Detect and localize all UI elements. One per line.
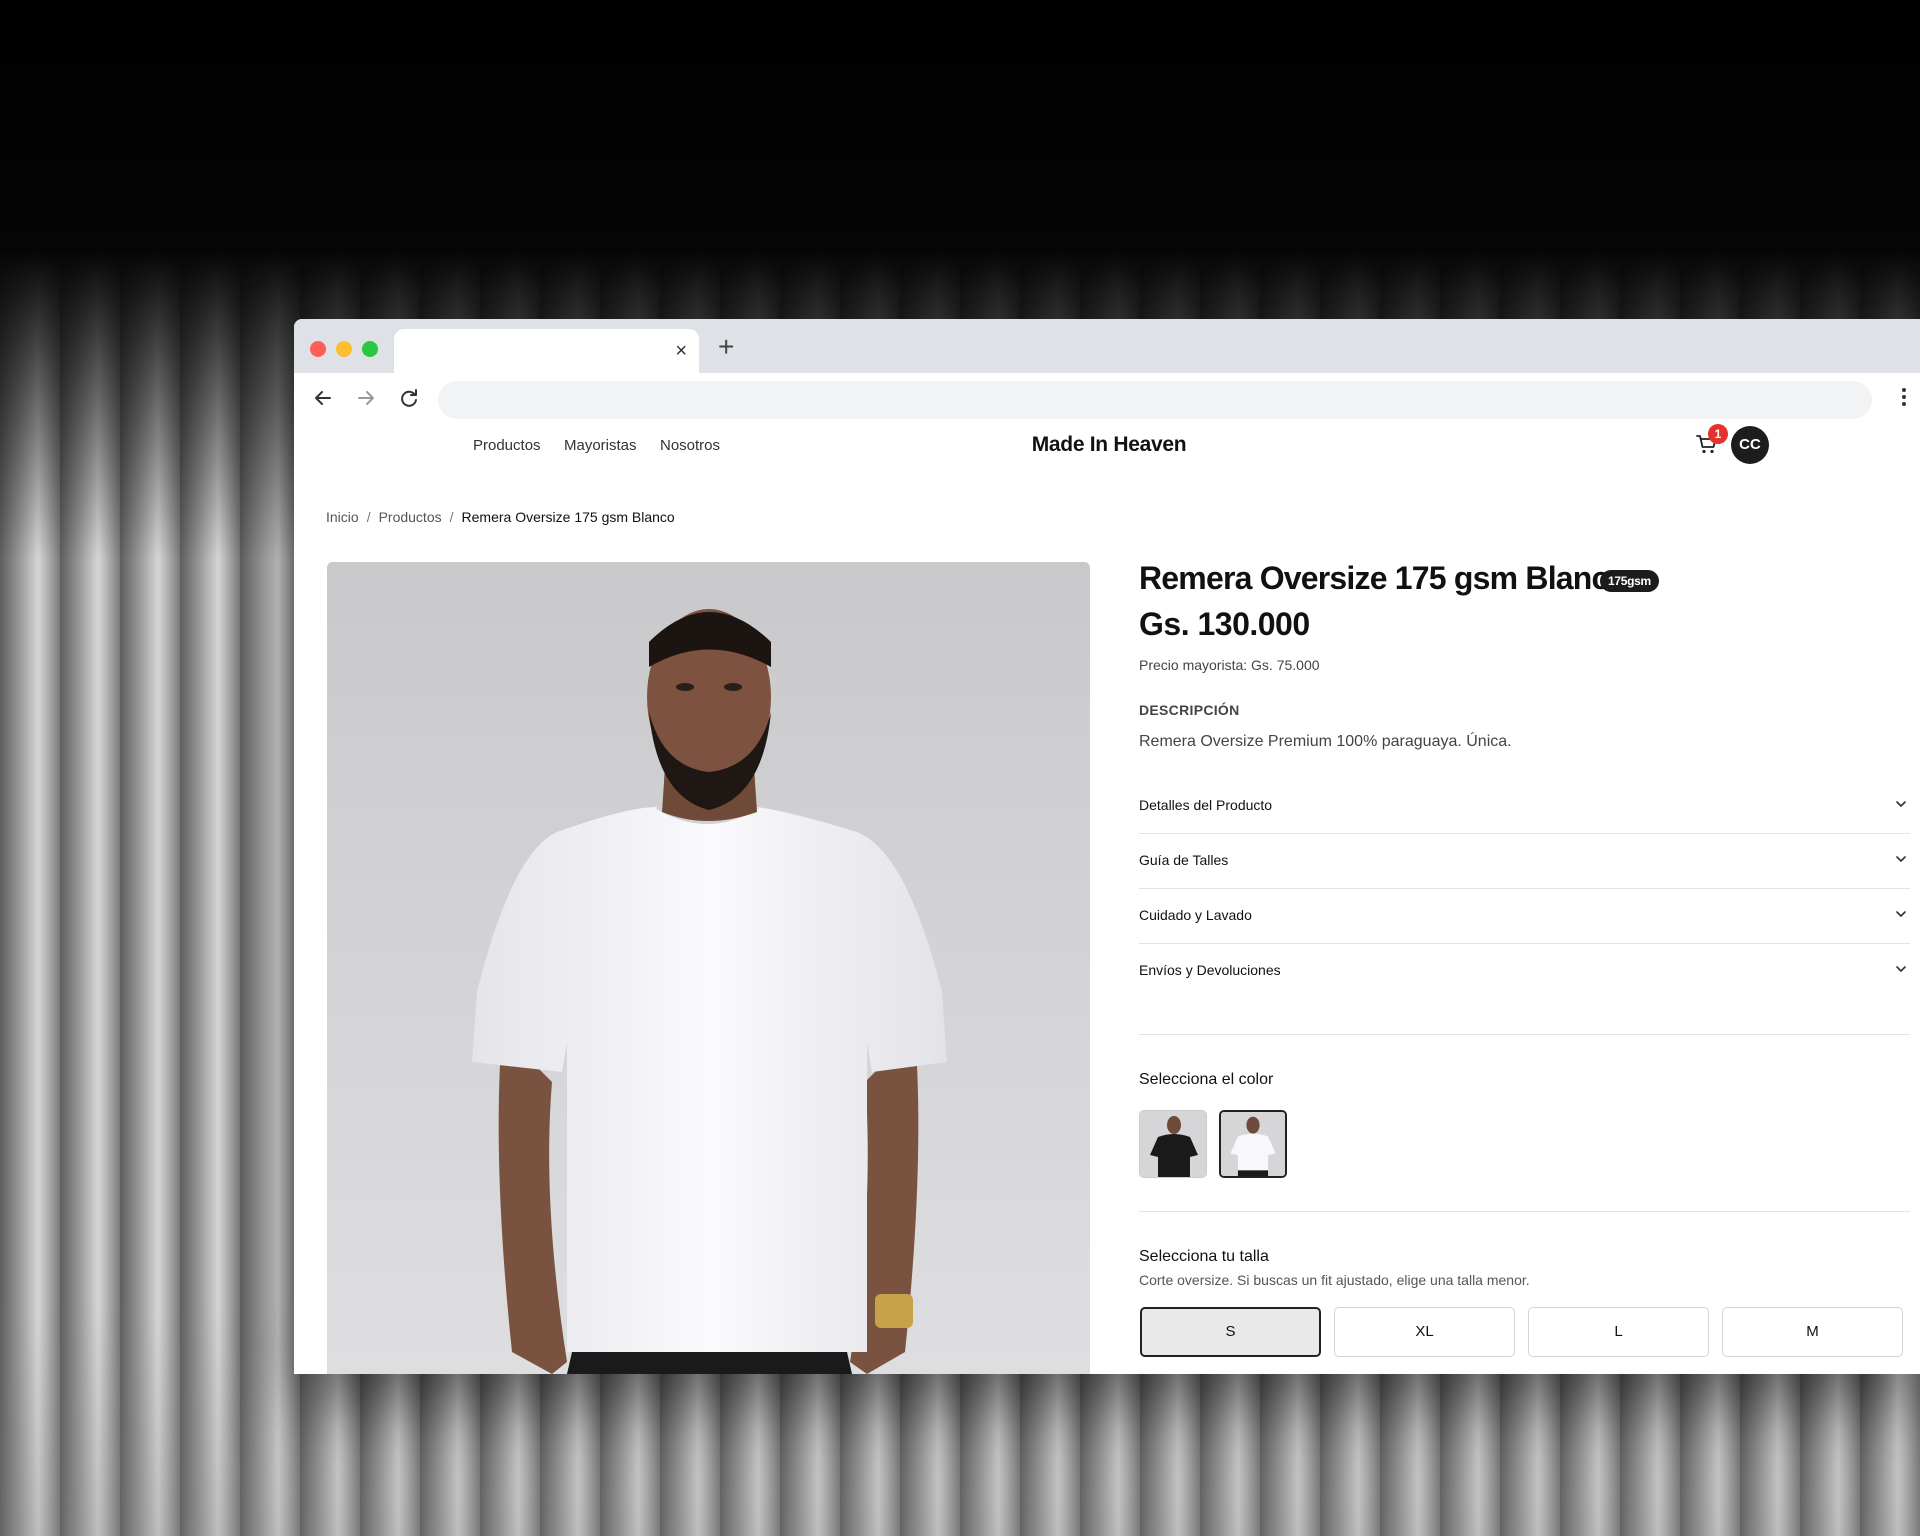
size-note: Corte oversize. Si buscas un fit ajustad… [1139, 1272, 1530, 1288]
swatch-thumbnail [1221, 1112, 1285, 1176]
swatch-thumbnail [1140, 1111, 1206, 1177]
size-button-xl[interactable]: XL [1334, 1307, 1515, 1357]
chevron-down-icon [1896, 801, 1906, 807]
nav-link-productos[interactable]: Productos [473, 437, 541, 454]
browser-toolbar [294, 373, 1920, 425]
accordion-cuidado[interactable]: Cuidado y Lavado [1139, 889, 1910, 944]
breadcrumb: Inicio / Productos / Remera Oversize 175 gsm… [326, 509, 675, 525]
color-label: Selecciona el color [1139, 1071, 1274, 1088]
address-bar[interactable] [438, 381, 1872, 419]
model-photo [327, 562, 1090, 1374]
tab-close-icon[interactable]: × [675, 339, 687, 363]
divider [1139, 1211, 1910, 1212]
back-arrow-icon[interactable] [308, 383, 338, 413]
breadcrumb-inicio[interactable]: Inicio [326, 509, 359, 525]
browser-window: × + Productos Mayoristas Nosotros Made I… [294, 319, 1920, 1374]
accordion-label: Guía de Talles [1139, 852, 1229, 868]
accordion-envios[interactable]: Envíos y Devoluciones [1139, 944, 1910, 999]
nav-link-nosotros[interactable]: Nosotros [660, 437, 720, 454]
divider [1139, 1034, 1910, 1035]
size-button-l[interactable]: L [1528, 1307, 1709, 1357]
reload-icon[interactable] [394, 383, 424, 413]
browser-tab[interactable]: × [394, 329, 699, 373]
wholesale-price: Precio mayorista: Gs. 75.000 [1139, 657, 1320, 673]
breadcrumb-productos[interactable]: Productos [379, 509, 442, 525]
forward-arrow-icon[interactable] [351, 383, 381, 413]
new-tab-button[interactable]: + [718, 333, 734, 361]
product-title: Remera Oversize 175 gsm Blanco [1139, 560, 1628, 596]
browser-menu-icon[interactable] [1894, 385, 1914, 411]
tab-bar: × + [294, 319, 1920, 373]
accordion-label: Cuidado y Lavado [1139, 907, 1252, 923]
size-label: Selecciona tu talla [1139, 1248, 1269, 1265]
product-price: Gs. 130.000 [1139, 606, 1310, 642]
description-label: DESCRIPCIÓN [1139, 702, 1240, 718]
gsm-badge: 175gsm [1600, 570, 1659, 592]
brand-logo[interactable]: Made In Heaven [984, 433, 1234, 457]
breadcrumb-separator: / [366, 509, 371, 525]
maximize-window-button[interactable] [362, 341, 378, 357]
size-button-s[interactable]: S [1140, 1307, 1321, 1357]
color-swatch-black[interactable] [1139, 1110, 1207, 1178]
color-swatch-white[interactable] [1219, 1110, 1287, 1178]
chevron-down-icon [1896, 966, 1906, 972]
minimize-window-button[interactable] [336, 341, 352, 357]
user-avatar[interactable]: CC [1731, 426, 1769, 464]
accordion-detalles[interactable]: Detalles del Producto [1139, 779, 1910, 834]
cart-count-badge: 1 [1708, 424, 1728, 444]
close-window-button[interactable] [310, 341, 326, 357]
breadcrumb-separator: / [449, 509, 454, 525]
product-image[interactable] [327, 562, 1090, 1374]
description-text: Remera Oversize Premium 100% paraguaya. … [1139, 733, 1512, 750]
accordion-guia-talles[interactable]: Guía de Talles [1139, 834, 1910, 889]
chevron-down-icon [1896, 856, 1906, 862]
size-button-m[interactable]: M [1722, 1307, 1903, 1357]
nav-link-mayoristas[interactable]: Mayoristas [564, 437, 637, 454]
accordion-label: Envíos y Devoluciones [1139, 962, 1281, 978]
accordion-label: Detalles del Producto [1139, 797, 1273, 813]
chevron-down-icon [1896, 911, 1906, 917]
breadcrumb-current: Remera Oversize 175 gsm Blanco [461, 509, 675, 525]
